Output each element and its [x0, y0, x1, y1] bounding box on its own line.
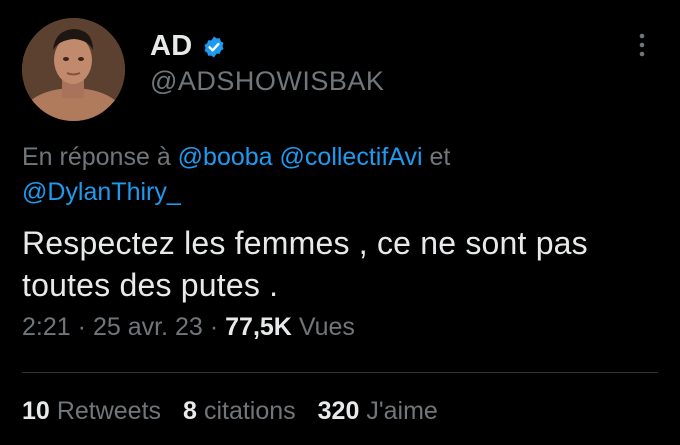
mention-link-collectifavi[interactable]: @collectifAvi [280, 143, 423, 171]
tweet-date[interactable]: 25 avr. 23 [93, 313, 203, 342]
likes-stat[interactable]: 320 J'aime [318, 397, 438, 426]
avatar[interactable] [22, 18, 125, 121]
verified-badge-icon[interactable] [202, 35, 226, 59]
more-options-icon[interactable] [633, 32, 651, 58]
engagement-stats: 10 Retweets 8 citations 320 J'aime [22, 397, 460, 426]
quotes-count: 8 [183, 397, 197, 425]
likes-count: 320 [317, 397, 360, 425]
likes-label: J'aime [366, 397, 438, 425]
meta-separator: · [209, 313, 219, 341]
views-count[interactable]: 77,5K [225, 313, 292, 342]
author-handle[interactable]: @ADSHOWISBAK [150, 66, 384, 97]
views-label[interactable]: Vues [299, 313, 355, 342]
divider [22, 372, 658, 373]
mention-link-booba[interactable]: @booba [178, 143, 273, 171]
reply-context: En réponse à @booba @collectifAvi et @Dy… [22, 140, 622, 210]
mention-link-dylanthiry[interactable]: @DylanThiry_ [22, 178, 181, 206]
tweet-text-line-2: toutes des putes . [22, 267, 279, 303]
reply-conjunction: et [422, 143, 451, 171]
meta-separator: · [77, 313, 86, 341]
author-name-row: AD [150, 30, 226, 63]
tweet-text-line-1: Respectez les femmes , ce ne sont pas [22, 225, 588, 261]
tweet-text: Respectez les femmes , ce ne sont pas tou… [22, 222, 652, 306]
retweets-stat[interactable]: 10 Retweets [22, 397, 161, 426]
retweets-label: Retweets [56, 397, 162, 425]
quotes-stat[interactable]: 8 citations [183, 397, 296, 426]
tweet-time[interactable]: 2:21 [22, 313, 71, 342]
display-name[interactable]: AD [150, 30, 193, 63]
retweets-count: 10 [22, 397, 50, 425]
quotes-label: citations [203, 397, 296, 425]
reply-prefix: En réponse à [22, 143, 178, 171]
tweet-meta: 2:21 · 25 avr. 23 · 77,5K Vues [22, 313, 355, 342]
avatar-photo [22, 18, 125, 121]
